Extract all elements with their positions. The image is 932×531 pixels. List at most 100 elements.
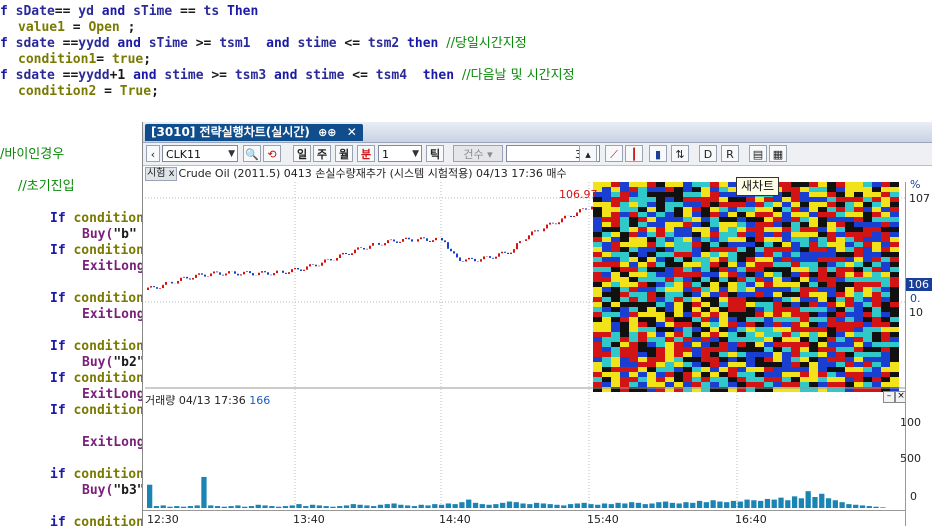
code-line[interactable]: f sDate== yd and sTime == ts Then (0, 4, 258, 20)
glitch-block (854, 202, 863, 207)
refresh-icon[interactable]: ⟲ (263, 145, 281, 162)
glitch-block (647, 207, 656, 212)
code-line[interactable]: /바이인경우 (0, 147, 64, 163)
glitch-block (818, 212, 827, 217)
close-icon[interactable]: x (169, 168, 175, 179)
line-chart-icon[interactable]: ⟋ (605, 145, 623, 162)
sort-icon[interactable]: ⇅ (671, 145, 689, 162)
glitch-block (890, 337, 899, 342)
spin-icon[interactable]: ▴ (579, 145, 597, 162)
close-icon[interactable]: ✕ (347, 124, 357, 141)
glitch-block (791, 332, 800, 337)
code-line[interactable]: ExitLong (82, 259, 145, 275)
glitch-block (845, 242, 854, 247)
code-line[interactable]: If condition (50, 291, 144, 307)
glitch-block (665, 282, 674, 287)
code-line[interactable]: ExitLong (82, 435, 145, 451)
glitch-block (755, 232, 764, 237)
glitch-block (701, 302, 710, 307)
code-line[interactable]: Buy("b2" (82, 355, 145, 371)
code-line[interactable]: If condition (50, 339, 144, 355)
glitch-block (665, 237, 674, 242)
bar-chart-icon[interactable]: ▮ (649, 145, 667, 162)
time-label: 13:40 (293, 513, 325, 526)
document-icon[interactable]: D (699, 145, 717, 162)
info-tag[interactable]: 시험 x (145, 167, 177, 181)
count-select[interactable]: 건수 ▾ (453, 145, 503, 162)
code-line[interactable]: Buy("b3" (82, 483, 145, 499)
glitch-block (665, 257, 674, 262)
day-button[interactable]: 일 (293, 145, 311, 162)
glitch-block (656, 232, 665, 237)
code-line[interactable]: ExitLong (82, 307, 145, 323)
glitch-block (764, 377, 773, 382)
page-icon[interactable]: ▤ (749, 145, 767, 162)
code-line[interactable]: if condition (50, 515, 144, 531)
tick-button[interactable]: 틱 (426, 145, 444, 162)
code-line[interactable]: f sdate ==yydd and sTime >= tsm1 and sti… (0, 36, 527, 52)
glitch-block (593, 232, 602, 237)
glitch-block (719, 357, 728, 362)
code-line[interactable]: If condition (50, 211, 144, 227)
minimize-icon[interactable]: – (883, 391, 895, 403)
glitch-block (593, 307, 602, 312)
glitch-block (773, 267, 782, 272)
glitch-block (656, 317, 665, 322)
glitch-block (773, 317, 782, 322)
code-line[interactable]: condition1= true; (18, 52, 151, 68)
glitch-block (638, 212, 647, 217)
glitch-block (620, 312, 629, 317)
month-button[interactable]: 월 (335, 145, 353, 162)
search-icon[interactable]: 🔍 (243, 145, 261, 162)
code-line[interactable]: If condition (50, 371, 144, 387)
grid-icon[interactable]: ▦ (769, 145, 787, 162)
symbol-select[interactable]: CLK11 ▼ (162, 145, 238, 162)
volume-bar (615, 502, 621, 508)
week-button[interactable]: 주 (313, 145, 331, 162)
code-line[interactable]: If condition (50, 243, 144, 259)
code-line[interactable]: if condition (50, 467, 144, 483)
glitch-block (728, 217, 737, 222)
glitch-block (638, 292, 647, 297)
glitch-block (818, 257, 827, 262)
glitch-block (881, 182, 890, 187)
glitch-block (629, 212, 638, 217)
chart-window[interactable]: [3010] 전략실행차트(실시간) ⊕⊕ ✕ ‹ CLK11 ▼ 🔍 ⟲ 일 … (142, 122, 932, 526)
glitch-block (629, 277, 638, 282)
glitch-block (647, 317, 656, 322)
glitch-block (665, 367, 674, 372)
code-line[interactable]: //초기진입 (18, 179, 75, 195)
price-chart[interactable]: 106.97 (145, 182, 905, 512)
glitch-block (845, 202, 854, 207)
new-chart-popup[interactable]: 새차트 (736, 177, 780, 196)
glitch-block (791, 297, 800, 302)
glitch-block (602, 202, 611, 207)
glitch-block (674, 262, 683, 267)
report-icon[interactable]: R (721, 145, 739, 162)
glitch-block (818, 367, 827, 372)
code-line[interactable]: value1 = Open ; (18, 20, 135, 36)
glitch-block (755, 222, 764, 227)
interval-select[interactable]: 1 ▼ (378, 145, 422, 162)
glitch-block (746, 302, 755, 307)
candle-chart-icon[interactable]: ┃ (625, 145, 643, 162)
glitch-block (719, 202, 728, 207)
volume-bar (432, 504, 438, 508)
glitch-block (890, 352, 899, 357)
code-token: f (0, 36, 16, 51)
code-line[interactable]: f sdate ==yydd+1 and stime >= tsm3 and s… (0, 68, 575, 84)
chart-tab[interactable]: [3010] 전략실행차트(실시간) ⊕⊕ ✕ (145, 124, 363, 141)
volume-title: 거래량 04/13 17:36 166 (145, 392, 270, 408)
glitch-block (818, 342, 827, 347)
glitch-block (854, 222, 863, 227)
link-icon[interactable]: ⊕⊕ (318, 124, 336, 141)
prev-button[interactable]: ‹ (146, 145, 160, 162)
minute-button[interactable]: 분 (357, 145, 375, 162)
glitch-block (647, 352, 656, 357)
glitch-block (710, 302, 719, 307)
code-line[interactable]: Buy("b" (82, 227, 137, 243)
glitch-block (629, 302, 638, 307)
code-line[interactable]: ExitLong (82, 387, 145, 403)
code-line[interactable]: If condition (50, 403, 144, 419)
code-line[interactable]: condition2 = True; (18, 84, 159, 100)
